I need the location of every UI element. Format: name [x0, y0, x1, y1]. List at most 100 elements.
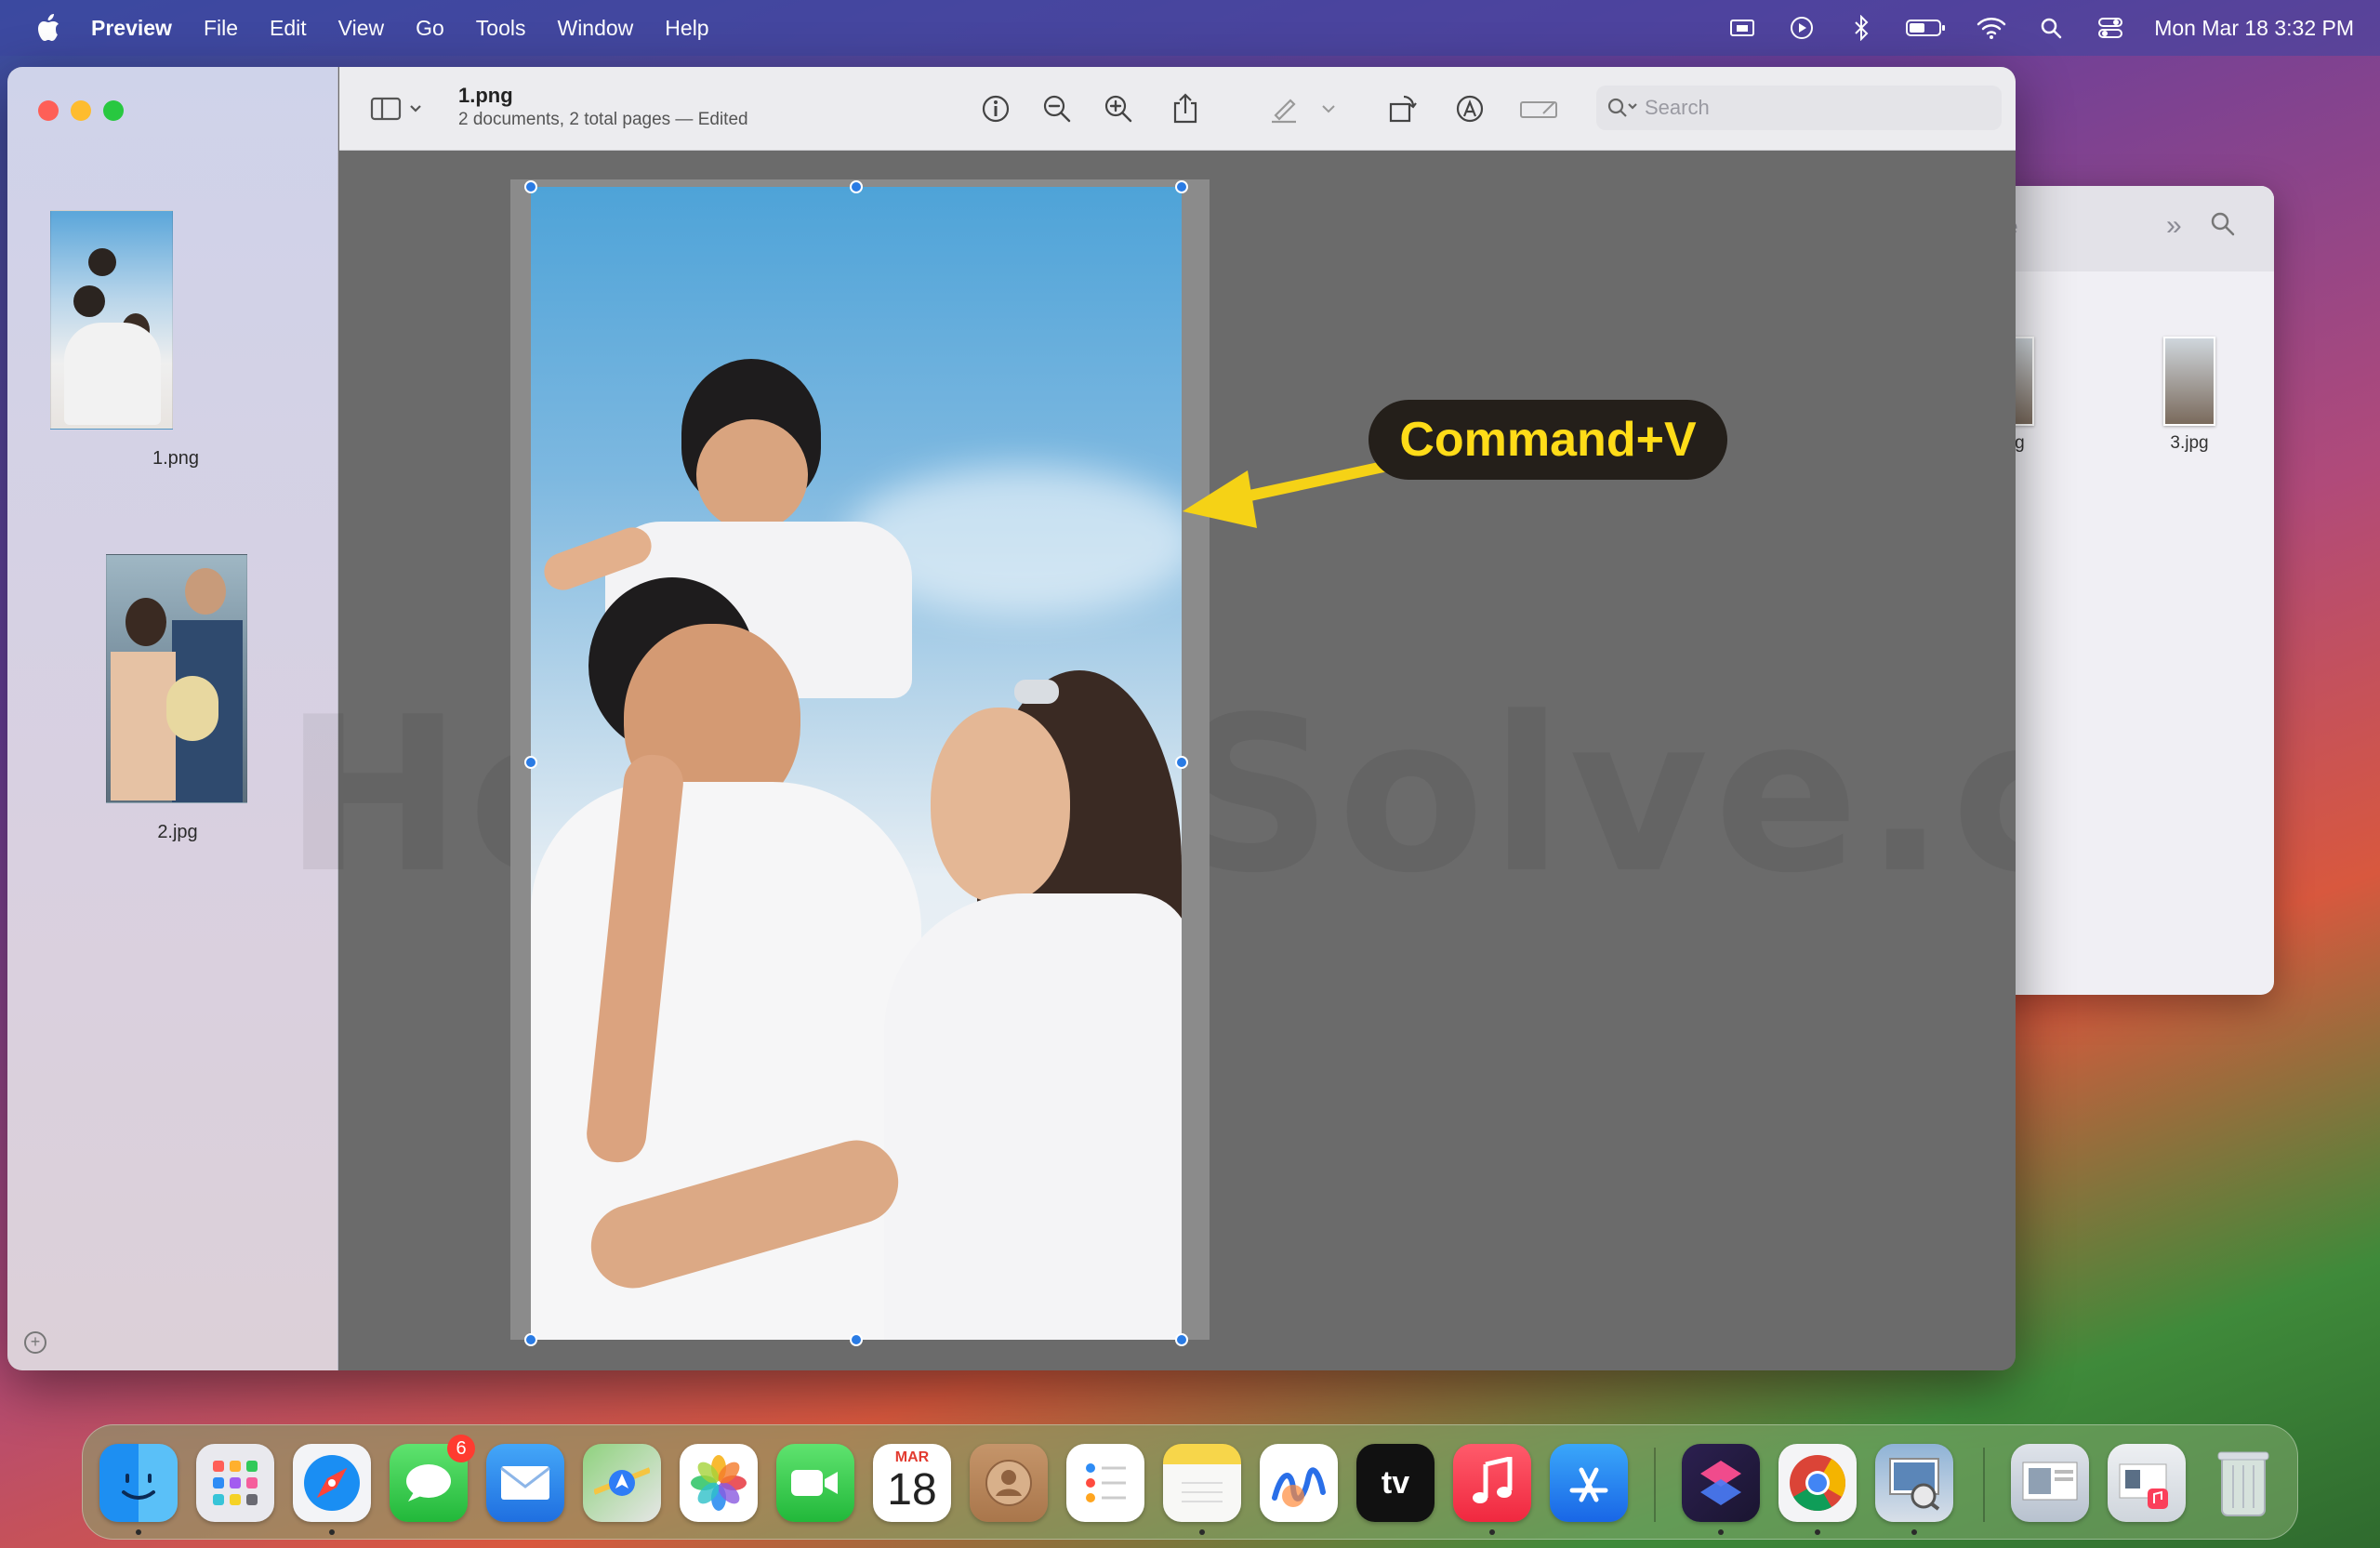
info-button[interactable] [977, 90, 1014, 127]
thumbnail-label: 1.png [152, 448, 200, 469]
apple-tv-app-icon[interactable]: tv [1356, 1444, 1435, 1522]
photos-app-icon[interactable] [680, 1444, 758, 1522]
menu-app-preview[interactable]: Preview [91, 16, 172, 41]
finder-file-item[interactable]: 3.jpg [2138, 337, 2241, 454]
search-icon [1606, 91, 1639, 125]
recent-folder-stack-icon[interactable] [2011, 1444, 2089, 1522]
calendar-app-icon[interactable]: MAR 18 [873, 1444, 951, 1522]
running-indicator [1911, 1529, 1917, 1535]
finder-search-icon[interactable] [2209, 210, 2237, 243]
launchpad-app-icon[interactable] [196, 1444, 274, 1522]
menu-file[interactable]: File [204, 16, 238, 41]
running-indicator [329, 1529, 335, 1535]
thumbnail-label: 2.jpg [157, 822, 198, 842]
search-input[interactable] [1645, 96, 1979, 120]
file-thumbnail [2163, 337, 2215, 426]
safari-app-icon[interactable] [293, 1444, 371, 1522]
finder-app-icon[interactable] [99, 1444, 178, 1522]
pasted-family-photo[interactable] [531, 187, 1182, 1340]
highlight-options-chevron-icon[interactable] [1317, 90, 1340, 127]
document-title: 1.png [458, 84, 513, 107]
preview-window: 1.png 2.jpg + 1.png 2 documents, 2 total… [7, 67, 2016, 1370]
document-page [510, 179, 1210, 1346]
preview-toolbar: 1.png 2 documents, 2 total pages — Edite… [339, 67, 2016, 151]
add-page-icon[interactable]: + [24, 1331, 46, 1354]
menu-bar: Preview File Edit View Go Tools Window H… [0, 0, 2380, 56]
messages-unread-badge: 6 [447, 1435, 475, 1462]
apple-menu-icon[interactable] [30, 9, 67, 46]
zoom-window-button[interactable] [103, 100, 124, 121]
battery-icon[interactable] [1905, 12, 1948, 44]
preview-app-icon[interactable] [1875, 1444, 1953, 1522]
menu-clock[interactable]: Mon Mar 18 3:32 PM [2154, 16, 2354, 41]
messages-app-icon[interactable]: 6 [390, 1435, 475, 1522]
finder-toolbar: ge » [1980, 186, 2274, 271]
media-play-icon[interactable] [1786, 12, 1818, 44]
shortcuts-app-icon[interactable] [1682, 1444, 1760, 1522]
chrome-app-icon[interactable] [1778, 1444, 1857, 1522]
menu-window[interactable]: Window [557, 16, 633, 41]
running-indicator [1815, 1529, 1820, 1535]
toolbar-overflow-icon[interactable]: » [2166, 210, 2182, 242]
keyboard-shortcut-callout: Command+V [1368, 400, 1727, 480]
trash-icon[interactable] [2204, 1444, 2282, 1522]
document-canvas[interactable]: HowToiSolve.com [284, 152, 2016, 1370]
wifi-icon[interactable] [1976, 12, 2007, 44]
resize-handle-top-right[interactable] [1175, 180, 1188, 193]
downloads-stack-icon[interactable] [2108, 1444, 2186, 1522]
facetime-app-icon[interactable] [776, 1444, 854, 1522]
document-subtitle: 2 documents, 2 total pages — Edited [458, 110, 748, 129]
menu-go[interactable]: Go [416, 16, 444, 41]
sidebar-thumbnail-1[interactable]: 1.png [50, 210, 301, 470]
mail-app-icon[interactable] [486, 1444, 564, 1522]
minimize-window-button[interactable] [71, 100, 91, 121]
music-app-icon[interactable] [1453, 1444, 1531, 1522]
reminders-app-icon[interactable] [1066, 1444, 1144, 1522]
finder-window[interactable]: ge » jpg 3.jpg [1980, 186, 2274, 995]
app-store-app-icon[interactable] [1550, 1444, 1628, 1522]
running-indicator [1489, 1529, 1495, 1535]
running-indicator [1718, 1529, 1724, 1535]
notes-app-icon[interactable] [1163, 1444, 1241, 1522]
rotate-button[interactable] [1384, 90, 1421, 127]
resize-handle-bottom[interactable] [850, 1333, 863, 1346]
close-window-button[interactable] [38, 100, 59, 121]
resize-handle-top[interactable] [850, 180, 863, 193]
zoom-out-button[interactable] [1038, 90, 1076, 127]
bluetooth-icon[interactable] [1845, 12, 1877, 44]
spotlight-search-icon[interactable] [2035, 12, 2067, 44]
running-indicator [1199, 1529, 1205, 1535]
calendar-day: 18 [887, 1465, 937, 1515]
menu-edit[interactable]: Edit [270, 16, 307, 41]
share-button[interactable] [1167, 90, 1204, 127]
zoom-in-button[interactable] [1100, 90, 1137, 127]
contacts-app-icon[interactable] [970, 1444, 1048, 1522]
callout-arrow-icon [1183, 461, 1389, 528]
dock-separator [1654, 1448, 1656, 1522]
thumbnail-image [50, 210, 173, 430]
sidebar-thumbnail-2[interactable]: 2.jpg [100, 554, 255, 843]
search-field[interactable] [1596, 86, 2002, 130]
menu-view[interactable]: View [338, 16, 384, 41]
dock-separator [1983, 1448, 1985, 1522]
resize-handle-left[interactable] [524, 756, 537, 769]
form-fill-icon[interactable] [1518, 90, 1561, 127]
resize-handle-right[interactable] [1175, 756, 1188, 769]
dock: 6 MAR 18 tv [82, 1424, 2298, 1540]
menu-tools[interactable]: Tools [476, 16, 526, 41]
markup-button[interactable] [1451, 90, 1488, 127]
sidebar-toggle-button[interactable] [369, 90, 425, 127]
control-center-icon[interactable] [2095, 12, 2126, 44]
highlight-pen-button[interactable] [1265, 90, 1302, 127]
running-indicator [136, 1529, 141, 1535]
maps-app-icon[interactable] [583, 1444, 661, 1522]
menu-help[interactable]: Help [665, 16, 708, 41]
resize-handle-top-left[interactable] [524, 180, 537, 193]
thumbnail-image [106, 554, 247, 803]
apple-tv-label: tv [1381, 1464, 1410, 1501]
resize-handle-bottom-right[interactable] [1175, 1333, 1188, 1346]
resize-handle-bottom-left[interactable] [524, 1333, 537, 1346]
screen-mirroring-icon[interactable] [1726, 12, 1758, 44]
file-name: 3.jpg [2170, 433, 2209, 453]
freeform-app-icon[interactable] [1260, 1444, 1338, 1522]
